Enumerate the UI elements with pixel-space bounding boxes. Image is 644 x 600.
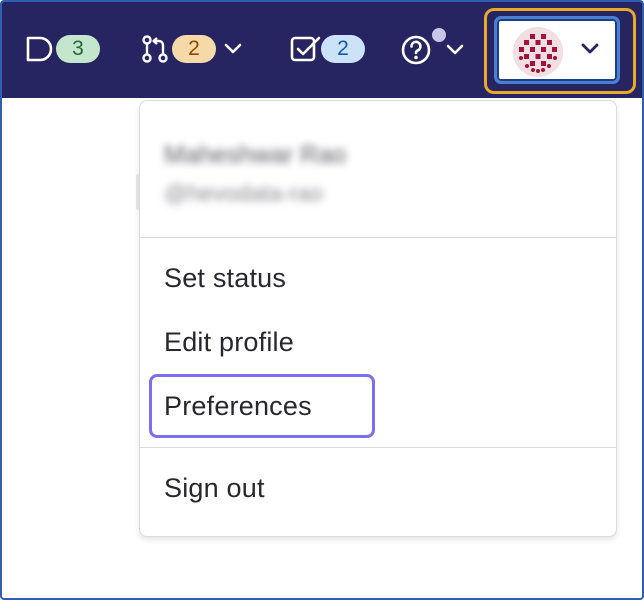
todos-button[interactable]: 2 [289, 34, 365, 64]
issues-button[interactable]: 3 [24, 34, 100, 64]
chevron-down-icon [581, 42, 599, 60]
issues-count-badge: 3 [56, 35, 100, 63]
avatar [513, 27, 563, 77]
user-handle: @hevodata-rao [164, 180, 323, 206]
set-status-item[interactable]: Set status [164, 263, 286, 294]
edit-profile-item[interactable]: Edit profile [164, 327, 294, 358]
user-menu-button[interactable] [494, 16, 620, 84]
app-frame: 3 2 2 Maheshwar Rao @hevodata-rao Set st… [0, 0, 644, 600]
todos-count-badge: 2 [321, 35, 365, 63]
chevron-down-icon [224, 43, 242, 55]
top-navbar: 3 2 2 [2, 2, 642, 98]
question-circle-icon [400, 34, 432, 66]
divider [140, 237, 616, 238]
divider [140, 447, 616, 448]
notification-dot [432, 28, 446, 42]
merge-requests-count-badge: 2 [172, 35, 216, 63]
preferences-item[interactable]: Preferences [164, 391, 312, 422]
sign-out-item[interactable]: Sign out [164, 473, 265, 504]
help-button[interactable] [400, 34, 464, 66]
merge-requests-button[interactable]: 2 [140, 34, 242, 64]
merge-request-icon [140, 34, 170, 64]
user-dropdown-menu: Maheshwar Rao @hevodata-rao Set status E… [139, 100, 617, 537]
user-name: Maheshwar Rao [164, 141, 347, 169]
todo-checkbox-icon [289, 34, 321, 64]
chevron-down-icon [446, 44, 464, 56]
issues-icon [24, 34, 54, 64]
